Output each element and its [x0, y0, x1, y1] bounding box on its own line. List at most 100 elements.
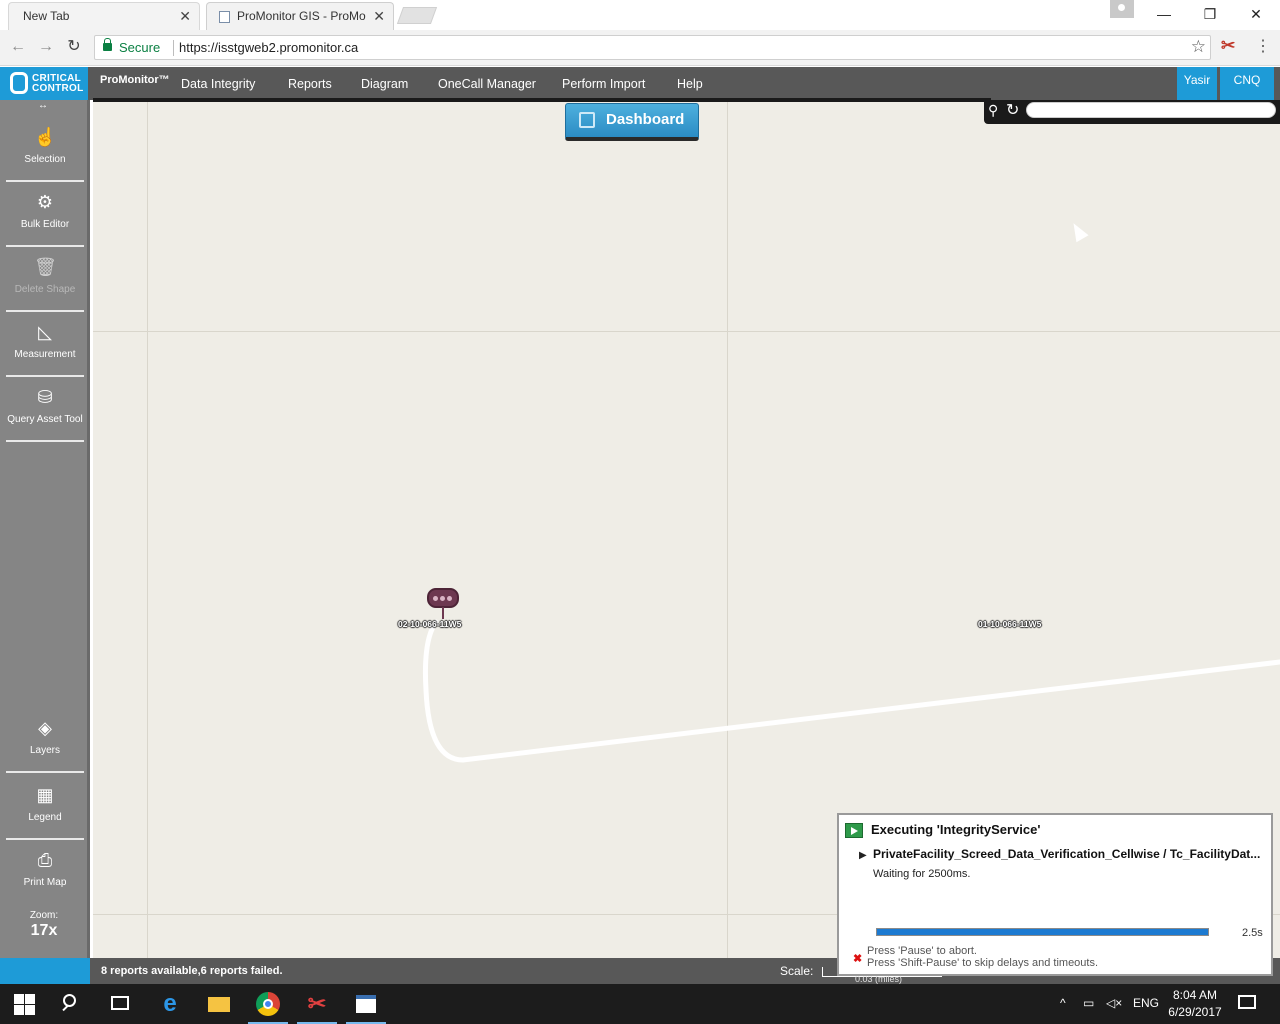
windows-start-icon[interactable]: [12, 992, 36, 1016]
status-message[interactable]: 8 reports available,6 reports failed.: [101, 965, 283, 977]
secure-label: Secure: [119, 40, 161, 55]
restore-button[interactable]: ❐: [1187, 0, 1233, 30]
tool-bulk-editor[interactable]: ⚙ Bulk Editor: [6, 187, 84, 247]
play-icon: [845, 823, 863, 838]
company-menu[interactable]: CNQ: [1220, 67, 1274, 100]
refresh-icon[interactable]: ↻: [1006, 100, 1019, 120]
task-view-box: [111, 996, 129, 1010]
search-icon[interactable]: ⚲: [988, 102, 998, 119]
tool-legend[interactable]: ▦ Legend: [6, 780, 84, 840]
browser-toolbar: ← → ↻ Secure https://isstgweb2.promonito…: [0, 30, 1280, 66]
lock-icon: [103, 38, 112, 51]
logo-text: CONTROL: [32, 83, 84, 94]
location-label: 01-10-066-11W5: [978, 619, 1042, 629]
volume-muted-icon[interactable]: ◁×: [1106, 996, 1122, 1010]
address-bar[interactable]: Secure https://isstgweb2.promonitor.ca ☆: [94, 35, 1211, 60]
new-tab-button[interactable]: [396, 7, 438, 24]
network-icon[interactable]: ▭: [1083, 996, 1094, 1010]
menu-diagram[interactable]: Diagram: [361, 77, 408, 91]
menu-onecall-manager[interactable]: OneCall Manager: [438, 77, 536, 91]
marker-dot: [433, 596, 438, 601]
map-top-border: [93, 98, 991, 102]
browser-menu-icon[interactable]: ⋮: [1255, 36, 1271, 56]
search-handle: [62, 1004, 69, 1012]
executing-dialog: Executing 'IntegrityService' ▶ PrivateFa…: [837, 813, 1273, 976]
menu-help[interactable]: Help: [677, 77, 703, 91]
task-view-icon[interactable]: [108, 992, 132, 1016]
minimize-button[interactable]: —: [1141, 0, 1187, 30]
internet-explorer-icon[interactable]: e: [158, 992, 182, 1016]
page-favicon-icon: [219, 11, 230, 23]
scale-label: Scale:: [780, 964, 814, 978]
taskbar-search-icon[interactable]: [60, 992, 84, 1016]
start-pane: [14, 994, 24, 1004]
tool-selection[interactable]: ☝ Selection: [6, 122, 84, 182]
pause-hint: Press 'Pause' to abort.: [867, 945, 977, 957]
start-pane: [25, 1005, 35, 1015]
window-close-button[interactable]: ✕: [1233, 0, 1279, 30]
user-menu[interactable]: Yasir: [1177, 67, 1217, 100]
url-text[interactable]: https://isstgweb2.promonitor.ca: [179, 40, 358, 55]
tool-label: Query Asset Tool: [7, 414, 83, 425]
critical-control-logo[interactable]: CRITICAL CONTROL: [0, 67, 88, 100]
expand-triangle-icon[interactable]: ▶: [859, 850, 867, 861]
well-marker[interactable]: [427, 588, 459, 608]
chrome-icon[interactable]: [256, 992, 280, 1016]
tool-query-asset[interactable]: ⛁ Query Asset Tool: [6, 382, 84, 442]
abort-icon[interactable]: ✖: [853, 952, 862, 965]
collapse-arrow-icon[interactable]: ↔: [38, 100, 48, 111]
divider: [173, 40, 174, 56]
tool-label: Selection: [24, 154, 66, 165]
tool-layers[interactable]: ◈ Layers: [6, 713, 84, 773]
close-icon[interactable]: ✕: [373, 3, 385, 29]
ruler-icon: ◺: [38, 322, 52, 342]
tool-measurement[interactable]: ◺ Measurement: [6, 317, 84, 377]
tool-label: Legend: [28, 812, 62, 823]
brand-name: ProMonitor™: [100, 74, 170, 86]
location-label: 02-10-066-11W5: [398, 619, 462, 629]
tool-delete-shape[interactable]: 🗑 Delete Shape: [6, 252, 84, 312]
profile-icon[interactable]: [1110, 0, 1134, 18]
tool-label: Delete Shape: [14, 284, 76, 295]
task-status: Waiting for 2500ms.: [873, 868, 971, 880]
snipping-tool-icon[interactable]: ✂: [305, 992, 329, 1016]
tray-chevron-up-icon[interactable]: ^: [1060, 996, 1066, 1010]
clock-date[interactable]: 6/29/2017: [1162, 1005, 1228, 1019]
menu-reports[interactable]: Reports: [288, 77, 332, 91]
bookmark-star-icon[interactable]: ☆: [1191, 37, 1206, 57]
tool-label: Bulk Editor: [20, 219, 70, 230]
dashboard-button[interactable]: Dashboard: [565, 103, 699, 141]
back-arrow-icon[interactable]: ←: [7, 36, 29, 58]
tab-promonitor-gis[interactable]: ProMonitor GIS - ProMo ✕: [206, 2, 394, 30]
close-icon[interactable]: ✕: [179, 3, 191, 29]
tool-label: Layers: [29, 745, 60, 756]
language-indicator[interactable]: ENG: [1133, 996, 1159, 1010]
search-ring: [63, 994, 76, 1007]
windows-taskbar: e ✂ ^ ▭ ◁× ENG 8:04 AM 6/29/2017: [0, 984, 1280, 1024]
app-window-icon[interactable]: [354, 992, 378, 1016]
extension-icon[interactable]: ✂: [1221, 36, 1235, 56]
action-center-icon[interactable]: [1238, 995, 1256, 1009]
file-explorer-icon[interactable]: [207, 992, 231, 1016]
menu-data-integrity[interactable]: Data Integrity: [181, 77, 255, 91]
shift-pause-hint: Press 'Shift-Pause' to skip delays and t…: [867, 957, 1099, 969]
map-search-panel: ⚲ ↻: [984, 100, 1280, 124]
clock-time[interactable]: 8:04 AM: [1165, 988, 1225, 1002]
dashboard-label: Dashboard: [606, 111, 685, 128]
printer-icon: ⎙: [37, 850, 53, 870]
zoom-value: 17x: [30, 922, 58, 939]
reload-icon[interactable]: ↻: [63, 36, 85, 58]
menu-perform-import[interactable]: Perform Import: [562, 77, 645, 91]
tool-label: Print Map: [23, 877, 67, 888]
forward-arrow-icon[interactable]: →: [35, 36, 57, 58]
app-header: CRITICAL CONTROL ProMonitor™ Data Integr…: [0, 67, 1280, 100]
map-search-input[interactable]: [1026, 102, 1276, 118]
road-line: [422, 619, 1280, 763]
tab-title: ProMonitor GIS - ProMo: [237, 9, 366, 23]
marker-stem: [442, 607, 444, 619]
progress-fill: [877, 929, 1208, 935]
tab-new-tab[interactable]: New Tab ✕: [8, 2, 200, 30]
start-pane: [14, 1005, 24, 1015]
tool-print-map[interactable]: ⎙ Print Map: [6, 845, 84, 905]
browser-tab-bar: New Tab ✕ ProMonitor GIS - ProMo ✕ — ❐ ✕: [0, 0, 1280, 30]
